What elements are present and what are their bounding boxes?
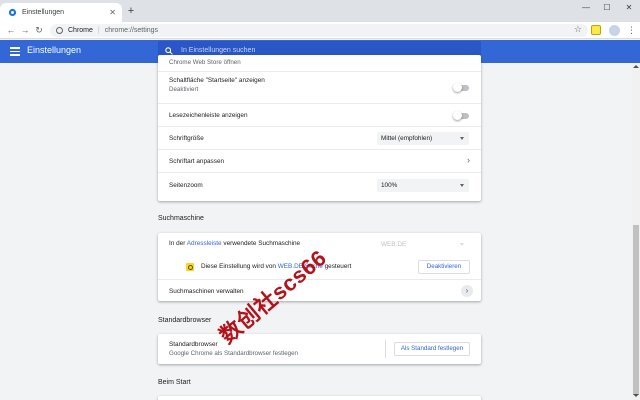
default-browser-description: Google Chrome als Standardbrowser festle… (169, 350, 298, 357)
reload-icon[interactable]: ↻ (34, 25, 44, 36)
omnibox-separator: | (97, 27, 100, 34)
home-button-label: Schaltfläche "Startseite" anzeigen (169, 77, 265, 84)
font-size-select[interactable]: Mittel (empfohlen) (377, 132, 469, 145)
font-size-row: Schriftgröße Mittel (empfohlen) (158, 126, 481, 149)
search-placeholder: In Einstellungen suchen (181, 47, 256, 54)
gear-icon (8, 8, 17, 17)
new-tab-button[interactable]: + (124, 4, 138, 18)
customize-fonts-label: Schriftart anpassen (169, 158, 225, 165)
scroll-down-arrow[interactable] (633, 394, 639, 397)
appearance-card: Chrome Web Store öffnen Schaltfläche "St… (158, 55, 481, 201)
scrollbar[interactable] (632, 63, 640, 400)
minimize-button[interactable]: — (579, 3, 593, 12)
hamburger-menu-icon[interactable] (10, 47, 20, 56)
star-icon[interactable]: ☆ (574, 24, 582, 35)
profile-avatar-icon[interactable] (609, 25, 620, 36)
search-icon (165, 46, 173, 55)
on-startup-heading: Beim Start (158, 379, 191, 386)
page-zoom-row: Seitenzoom 100% (158, 172, 481, 201)
home-button-status: Deaktiviert (169, 86, 199, 93)
bookmarks-bar-row[interactable]: Lesezeichenleiste anzeigen (158, 103, 481, 126)
chevron-right-icon: › (467, 155, 470, 165)
search-engine-label: In der Adressleiste verwendete Suchmasch… (169, 240, 301, 247)
font-size-label: Schriftgröße (169, 135, 204, 142)
address-bar-link[interactable]: Adressleiste (187, 240, 222, 247)
bookmarks-bar-toggle[interactable] (453, 111, 469, 120)
page-zoom-label: Seitenzoom (169, 182, 203, 189)
chevron-down-icon (460, 184, 464, 187)
home-button-row[interactable]: Schaltfläche "Startseite" anzeigen Deakt… (158, 71, 481, 103)
bookmarks-bar-label: Lesezeichenleiste anzeigen (169, 112, 248, 119)
chevron-down-icon (460, 243, 464, 246)
default-browser-heading: Standardbrowser (158, 317, 212, 324)
forward-arrow-icon[interactable]: → (20, 25, 30, 36)
tab-title: Einstellungen (22, 9, 65, 16)
tab-settings[interactable]: Einstellungen ✕ (0, 3, 122, 22)
address-bar[interactable]: Chrome | chrome://settings ☆ (50, 24, 588, 37)
search-engine-heading: Suchmaschine (158, 215, 204, 222)
browser-window: Einstellungen ✕ + — ☐ ✕ ← → ↻ Chrome | c… (0, 0, 640, 400)
scroll-up-arrow[interactable] (633, 65, 639, 68)
default-browser-card: Standardbrowser Google Chrome als Standa… (158, 334, 481, 364)
settings-content: Chrome Web Store öffnen Schaltfläche "St… (0, 55, 632, 400)
set-default-button[interactable]: Als Standard festlegen (394, 342, 470, 356)
manage-search-engines-row[interactable]: Suchmaschinen verwalten › (158, 279, 481, 301)
on-startup-card (158, 396, 481, 400)
home-button-toggle[interactable] (453, 83, 469, 92)
chevron-down-icon (460, 137, 464, 140)
page-title: Einstellungen (27, 45, 82, 55)
scrollbar-thumb[interactable] (633, 225, 639, 395)
back-arrow-icon[interactable]: ← (6, 25, 16, 36)
maximize-button[interactable]: ☐ (600, 3, 614, 12)
divider (385, 340, 386, 358)
url-text[interactable]: chrome://settings (105, 27, 158, 34)
info-icon[interactable] (56, 27, 63, 34)
browser-toolbar: ← → ↻ Chrome | chrome://settings ☆ (0, 22, 640, 39)
chevron-right-icon[interactable]: › (461, 285, 473, 297)
tab-close-icon[interactable]: ✕ (109, 8, 116, 17)
site-label: Chrome (68, 27, 93, 34)
extension-policy-icon (186, 263, 194, 271)
extension-icon[interactable] (591, 25, 601, 35)
tab-strip: Einstellungen ✕ + — ☐ ✕ (0, 0, 640, 22)
default-browser-title: Standardbrowser (169, 341, 218, 348)
menu-icon[interactable]: ⋮ (627, 24, 636, 36)
customize-fonts-row[interactable]: Schriftart anpassen › (158, 149, 481, 172)
disable-button[interactable]: Deaktivieren (418, 260, 470, 274)
partial-row-web-store[interactable]: Chrome Web Store öffnen (158, 55, 481, 71)
manage-search-engines-label: Suchmaschinen verwalten (169, 288, 244, 295)
search-engine-select: WEB.DE (377, 238, 469, 251)
close-window-button[interactable]: ✕ (622, 3, 636, 12)
page-zoom-select[interactable]: 100% (377, 179, 469, 192)
